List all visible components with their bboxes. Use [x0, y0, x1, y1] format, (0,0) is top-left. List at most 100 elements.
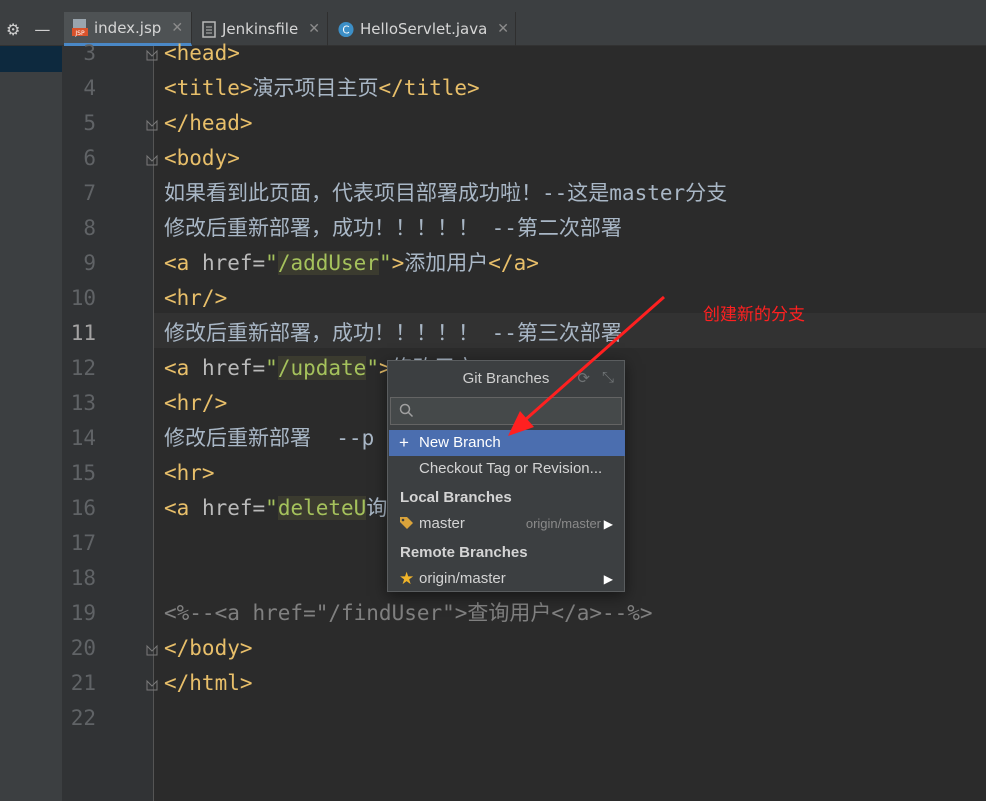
code-text: 修改后重新部署，成功！！！！！ --第二次部署 [164, 216, 622, 240]
minimize-icon[interactable]: — [34, 20, 50, 39]
code-line: <body> [164, 141, 240, 176]
jsp-file-icon: JSP [72, 18, 88, 37]
fold-marker-icon[interactable] [145, 642, 159, 656]
code-tag-open: <hr/> [164, 286, 228, 310]
remote-branches-header: Remote Branches [400, 544, 528, 561]
code-attr: href= [189, 356, 266, 380]
line-number: 5 [83, 111, 96, 135]
code-quote-close: " [378, 251, 392, 275]
code-href: /addUser [277, 251, 379, 275]
code-line: <%--<a href="/findUser">查询用户</a>--%> [164, 596, 653, 631]
code-quote-open: " [265, 251, 278, 275]
code-line: 修改后重新部署 --p [164, 421, 374, 456]
code-line: 修改后重新部署，成功！！！！！ --第二次部署 [164, 211, 622, 246]
code-text: 如果看到此页面，代表项目部署成功啦！--这是master分支 [164, 181, 728, 205]
line-number: 19 [70, 601, 96, 625]
collapse-icon[interactable]: ⤡ [602, 369, 614, 387]
code-line: <a href="/addUser">添加用户</a> [164, 246, 539, 281]
code-line: </head> [164, 106, 253, 141]
code-tag-close: </head> [164, 111, 253, 135]
line-number: 21 [70, 671, 96, 695]
close-icon[interactable]: ✕ [171, 20, 183, 36]
class-badge: C [342, 24, 349, 36]
branch-item-origin-master[interactable]: ★ origin/master ▶ [389, 566, 625, 592]
line-number: 11 [70, 321, 96, 345]
fold-marker-icon[interactable] [145, 677, 159, 691]
refresh-icon[interactable]: ⟳ [577, 369, 590, 387]
local-branches-header: Local Branches [400, 489, 512, 506]
code-text: 询 [366, 496, 388, 520]
star-icon: ★ [399, 569, 415, 588]
code-quote-open: " [265, 496, 278, 520]
code-href: deleteU [277, 496, 367, 520]
line-number: 4 [83, 76, 96, 100]
code-line: <head> [164, 36, 240, 71]
fold-marker-icon[interactable] [145, 117, 159, 131]
code-tag-start: <a [164, 356, 190, 380]
code-attr: href= [189, 496, 266, 520]
line-number: 20 [70, 636, 96, 660]
close-icon[interactable]: ✕ [308, 21, 320, 37]
code-tag-start: <a [164, 251, 190, 275]
submenu-arrow-icon: ▶ [603, 517, 613, 531]
code-attr: href= [189, 251, 266, 275]
code-text: 演示项目主页 [252, 76, 379, 100]
code-line: 修改后重新部署，成功！！！！！ --第三次部署 [164, 316, 622, 351]
code-tag-close: </title> [378, 76, 480, 100]
tag-icon [399, 511, 415, 540]
git-branches-popup: Git Branches ⟳ ⤡ + New Branch Checkout T… [387, 360, 625, 592]
line-number: 17 [70, 531, 96, 555]
branch-search-input[interactable] [390, 397, 622, 425]
new-branch-item[interactable]: + New Branch [389, 430, 625, 456]
tab-helloservlet-java[interactable]: C HelloServlet.java ✕ [330, 12, 516, 46]
code-tag-open: <title> [164, 76, 253, 100]
line-number: 7 [83, 181, 96, 205]
gear-icon[interactable]: ⚙ [6, 20, 20, 39]
line-number: 3 [83, 41, 96, 65]
line-number: 22 [70, 706, 96, 730]
line-number: 18 [70, 566, 96, 590]
code-line: </body> [164, 631, 253, 666]
tab-label: HelloServlet.java [360, 20, 488, 38]
code-tag-gt: > [391, 251, 405, 275]
close-icon[interactable]: ✕ [497, 21, 509, 37]
fold-marker-icon[interactable] [145, 152, 159, 166]
code-line: <hr> [164, 456, 215, 491]
annotation-label: 创建新的分支 [703, 305, 805, 325]
project-sidebar [0, 46, 62, 801]
code-comment: <%--<a href="/findUser">查询用户</a>--%> [164, 601, 653, 625]
branch-item-master[interactable]: master origin/master ▶ [389, 511, 625, 537]
line-number: 12 [70, 356, 96, 380]
code-tag-open: <hr> [164, 461, 215, 485]
line-number: 14 [70, 426, 96, 450]
plus-icon: + [399, 433, 409, 452]
code-tag-open: <hr/> [164, 391, 228, 415]
code-line: <title>演示项目主页</title> [164, 71, 480, 106]
line-number: 16 [70, 496, 96, 520]
line-number: 10 [70, 286, 96, 310]
code-tag-close: </a> [488, 251, 539, 275]
tab-label: index.jsp [94, 18, 162, 37]
line-number: 6 [83, 146, 96, 170]
title-bar [0, 0, 986, 12]
search-icon [399, 403, 414, 423]
code-tag-open: <body> [164, 146, 240, 170]
code-quote-open: " [265, 356, 278, 380]
line-number: 8 [83, 216, 96, 240]
code-tag-open: <head> [164, 41, 240, 65]
code-line: <hr/> [164, 386, 227, 421]
code-line: </html> [164, 666, 253, 701]
code-line: <hr/> [164, 281, 227, 316]
submenu-arrow-icon: ▶ [603, 572, 613, 586]
fold-marker-icon[interactable] [145, 47, 159, 61]
line-number: 15 [70, 461, 96, 485]
code-quote-close: " [366, 356, 379, 380]
sidebar-selected-row[interactable] [0, 46, 62, 72]
checkout-tag-item[interactable]: Checkout Tag or Revision... [389, 456, 625, 482]
java-class-icon: C [338, 20, 354, 38]
line-number: 13 [70, 391, 96, 415]
line-number: 9 [83, 251, 96, 275]
code-text: 修改后重新部署，成功！！！！！ --第三次部署 [164, 321, 622, 345]
code-line: 如果看到此页面，代表项目部署成功啦！--这是master分支 [164, 176, 727, 211]
code-href: /update [277, 356, 367, 380]
